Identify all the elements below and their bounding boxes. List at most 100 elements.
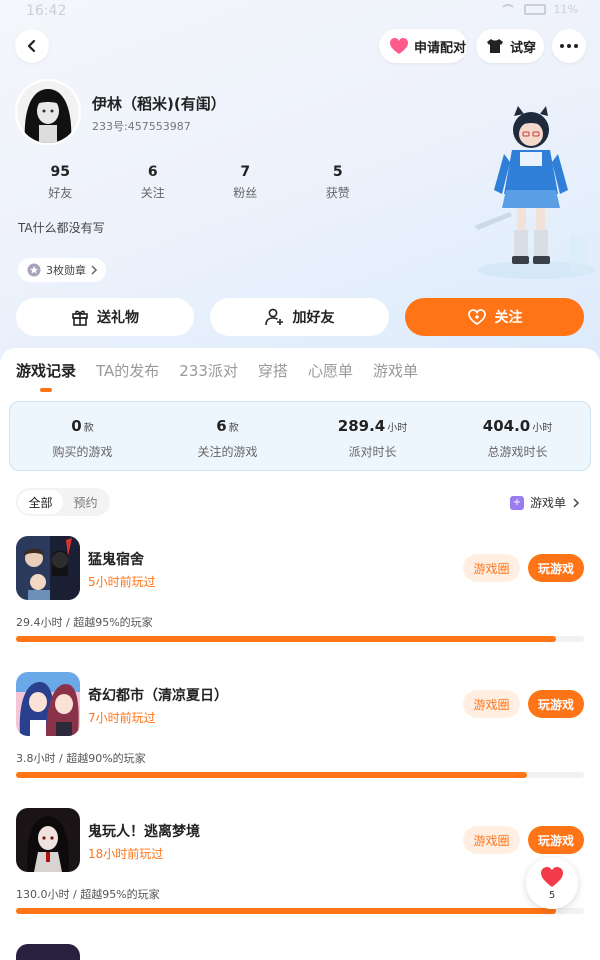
send-gift-button[interactable]: 送礼物 xyxy=(16,298,194,336)
more-options-button[interactable] xyxy=(552,29,586,63)
chevron-right-icon xyxy=(91,265,98,275)
summary-total-time[interactable]: 404.0 小时 总游戏时长 xyxy=(445,402,590,470)
game-list-link[interactable]: + 游戏单 xyxy=(509,494,580,511)
summary-unit: 款 xyxy=(83,423,94,434)
game-circle-button[interactable]: 游戏圈 xyxy=(463,826,520,854)
profile-bio: TA什么都没有写 xyxy=(18,221,105,235)
back-button[interactable] xyxy=(15,29,49,63)
tab-wishlist[interactable]: 心愿单 xyxy=(308,360,353,381)
summary-label: 派对时长 xyxy=(348,445,397,459)
summary-followed[interactable]: 6款 关注的游戏 xyxy=(155,402,300,470)
tab-party[interactable]: 233派对 xyxy=(179,360,238,381)
stat-label: 关注 xyxy=(140,186,165,200)
percentile-bar xyxy=(16,772,584,778)
stat-label: 获赞 xyxy=(325,186,350,200)
username: 伊林（稻米)(有闺） xyxy=(92,95,226,113)
profile-tabs: 游戏记录 TA的发布 233派对 穿搭 心愿单 游戏单 xyxy=(16,360,418,381)
percentile-bar-fill xyxy=(16,636,556,642)
play-game-button[interactable]: 玩游戏 xyxy=(528,690,584,718)
gift-icon xyxy=(72,310,88,326)
game-list-label: 游戏单 xyxy=(529,496,566,510)
play-game-button[interactable]: 玩游戏 xyxy=(528,826,584,854)
stat-friends[interactable]: 95 好友 xyxy=(14,164,107,201)
avatar-character-3d[interactable] xyxy=(470,104,594,280)
add-user-icon xyxy=(264,308,283,326)
avatar[interactable] xyxy=(15,79,81,145)
percentile-bar-fill xyxy=(16,908,556,914)
game-last-played: 7小时前玩过 xyxy=(88,711,156,725)
more-dot-icon xyxy=(574,44,578,48)
medal-icon xyxy=(27,263,41,277)
summary-label: 关注的游戏 xyxy=(197,445,258,459)
summary-value: 289.4 xyxy=(337,417,386,435)
stat-fans[interactable]: 7 粉丝 xyxy=(199,164,292,201)
more-dot-icon xyxy=(560,44,564,48)
game-icon xyxy=(16,944,80,960)
stat-likes[interactable]: 5 获赞 xyxy=(292,164,385,201)
heart-plus-icon xyxy=(467,309,486,326)
stat-value: 6 xyxy=(147,164,158,180)
battery-level: 11% xyxy=(553,3,578,16)
percentile-bar-fill xyxy=(16,772,528,778)
game-icon xyxy=(16,808,80,872)
status-bar: 16:42 11% xyxy=(0,0,600,24)
tshirt-icon xyxy=(487,39,503,53)
tab-outfits[interactable]: 穿搭 xyxy=(258,360,288,381)
chevron-right-icon xyxy=(573,497,580,508)
game-name: 奇幻都市（清凉夏日） xyxy=(88,688,228,704)
percentile-bar xyxy=(16,636,584,642)
battery-icon xyxy=(523,4,546,15)
like-count: 5 xyxy=(548,890,556,901)
summary-label: 总游戏时长 xyxy=(487,445,548,459)
more-dot-icon xyxy=(567,44,571,48)
match-request-label: 申请配对 xyxy=(414,40,467,56)
stat-label: 好友 xyxy=(48,186,73,200)
game-name: 鬼玩人！逃离梦境 xyxy=(88,824,200,840)
summary-label: 购买的游戏 xyxy=(52,445,113,459)
summary-purchased[interactable]: 0款 购买的游戏 xyxy=(10,402,155,470)
filter-reserve[interactable]: 预约 xyxy=(63,490,108,514)
back-arrow-icon xyxy=(27,39,36,53)
game-icon xyxy=(16,672,80,736)
game-item[interactable]: 奇幻都市（清凉夏日） 7小时前玩过 游戏圈 玩游戏 3.8小时 / 超越90%的… xyxy=(0,672,600,802)
add-friend-button[interactable]: 加好友 xyxy=(210,298,389,336)
send-gift-label: 送礼物 xyxy=(97,310,139,326)
active-tab-indicator xyxy=(40,388,52,392)
play-game-button[interactable]: 玩游戏 xyxy=(528,554,584,582)
profile-stats: 95 好友 6 关注 7 粉丝 5 获赞 xyxy=(14,164,384,201)
summary-party-time[interactable]: 289.4 小时 派对时长 xyxy=(300,402,445,470)
heart-icon xyxy=(390,38,408,54)
tab-game-records[interactable]: 游戏记录 xyxy=(16,360,76,381)
stat-value: 95 xyxy=(50,164,70,180)
summary-unit: 款 xyxy=(228,423,239,434)
badges-button[interactable]: 3枚勋章 xyxy=(18,258,106,282)
summary-value: 0 xyxy=(71,417,82,435)
game-circle-button[interactable]: 游戏圈 xyxy=(463,554,520,582)
stat-following[interactable]: 6 关注 xyxy=(107,164,200,201)
filter-all[interactable]: 全部 xyxy=(18,490,63,514)
follow-label: 关注 xyxy=(494,310,523,326)
wifi-icon xyxy=(499,3,516,16)
try-on-label: 试穿 xyxy=(510,40,537,56)
game-circle-button[interactable]: 游戏圈 xyxy=(463,690,520,718)
tab-posts[interactable]: TA的发布 xyxy=(96,360,159,381)
badges-label: 3枚勋章 xyxy=(46,264,86,277)
game-filter-toggle: 全部 预约 xyxy=(16,488,110,516)
user-id: 233号:457553987 xyxy=(92,120,191,133)
game-icon xyxy=(16,536,80,600)
try-on-button[interactable]: 试穿 xyxy=(476,29,544,63)
game-list-icon: + xyxy=(509,495,524,510)
tab-game-lists[interactable]: 游戏单 xyxy=(373,360,418,381)
match-request-button[interactable]: 申请配对 xyxy=(379,29,467,63)
summary-value: 404.0 xyxy=(482,417,531,435)
game-playtime-stat: 130.0小时 / 超越95%的玩家 xyxy=(16,888,160,901)
game-item[interactable]: 鬼玩人！逃离梦境 18小时前玩过 游戏圈 玩游戏 130.0小时 / 超越95%… xyxy=(0,808,600,938)
avatar-image xyxy=(17,81,79,143)
game-item[interactable]: 猛鬼宿舍 5小时前玩过 游戏圈 玩游戏 29.4小时 / 超越95%的玩家 xyxy=(0,536,600,666)
game-last-played: 18小时前玩过 xyxy=(88,847,164,861)
follow-button[interactable]: 关注 xyxy=(405,298,584,336)
stat-value: 7 xyxy=(240,164,251,180)
like-floating-button[interactable]: 5 xyxy=(526,857,578,909)
game-summary-card: 0款 购买的游戏 6款 关注的游戏 289.4 小时 派对时长 404.0 小时 总… xyxy=(9,401,591,471)
game-name: 猛鬼宿舍 xyxy=(88,552,144,568)
